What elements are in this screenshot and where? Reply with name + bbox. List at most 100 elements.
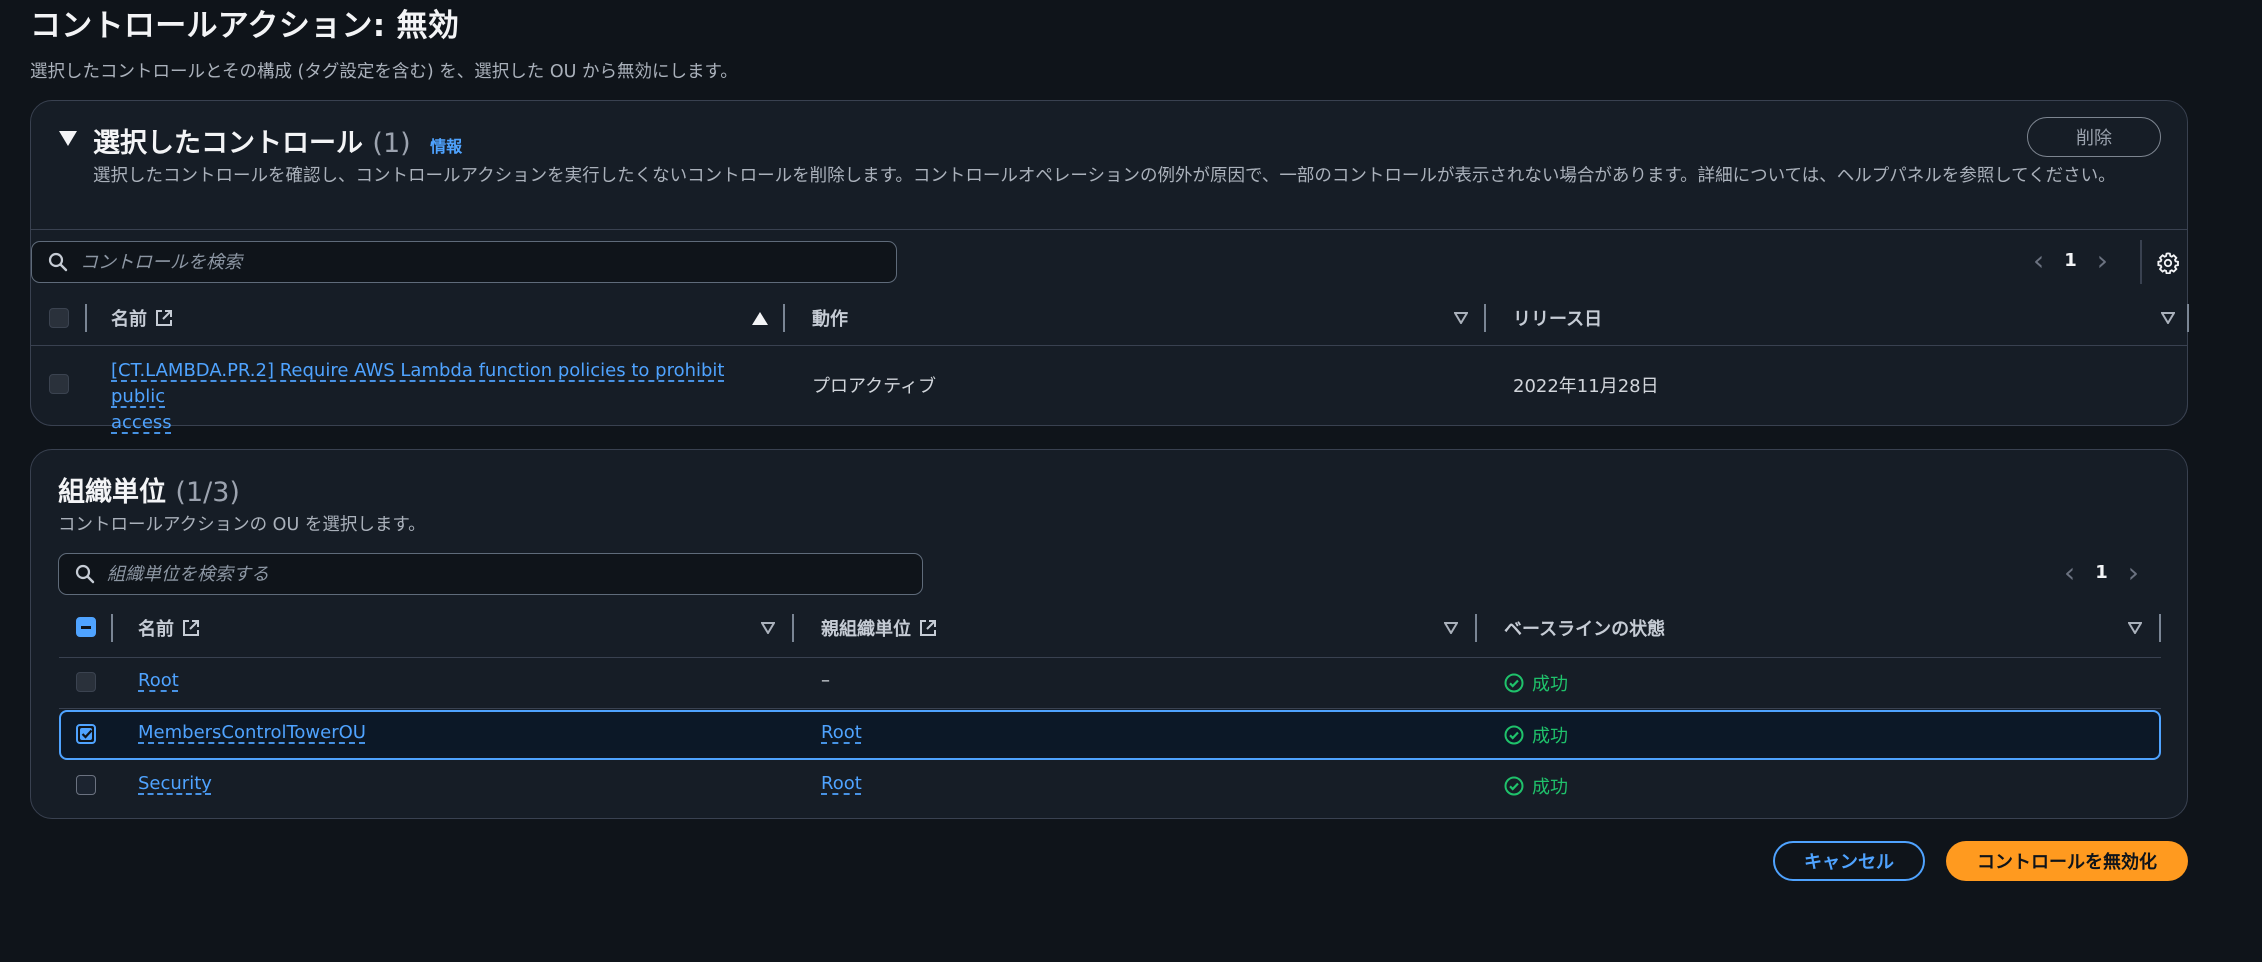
controls-search-input[interactable]: [78, 250, 896, 274]
column-divider: [1484, 304, 1486, 332]
controls-table: ‹ 1 › 名前 動作 リリース日 [CT.LAMB: [30, 229, 2189, 433]
baseline-status: 成功: [1504, 773, 1568, 799]
column-divider: [85, 304, 87, 332]
success-check-icon: [1504, 725, 1524, 745]
next-page-icon[interactable]: ›: [2128, 558, 2139, 586]
control-behavior: プロアクティブ: [812, 376, 937, 397]
ou-parent: Root: [821, 773, 862, 794]
ou-parent: –: [821, 670, 830, 691]
column-divider: [783, 304, 785, 332]
column-release-date-label: リリース日: [1513, 309, 1603, 330]
ou-column-parent-label: 親組織単位: [821, 619, 911, 640]
table-row-divider: [59, 708, 2161, 709]
page-header: コントロールアクション: 無効 選択したコントロールとその構成 (タグ設定を含む…: [30, 6, 738, 83]
search-icon: [48, 252, 68, 272]
ou-parent: Root: [821, 722, 862, 743]
column-header-parent-ou[interactable]: 親組織単位: [821, 615, 937, 641]
prev-page-icon[interactable]: ‹: [2033, 246, 2044, 274]
ou-description: コントロールアクションの OU を選択します。: [58, 515, 426, 535]
select-all-checkbox[interactable]: [76, 617, 96, 637]
controls-search[interactable]: [31, 241, 897, 283]
disable-controls-button[interactable]: コントロールを無効化: [1946, 841, 2188, 881]
delete-button[interactable]: 削除: [2027, 117, 2161, 157]
selected-controls-panel: 選択したコントロール (1) 情報 削除 選択したコントロールを確認し、コントロ…: [30, 100, 2189, 433]
row-checkbox[interactable]: [76, 775, 96, 795]
ou-heading: 組織単位 (1/3): [58, 470, 240, 509]
ou-name-link[interactable]: Root: [138, 670, 179, 691]
sort-ascending-icon[interactable]: [752, 312, 768, 325]
sort-icon[interactable]: [1454, 312, 1468, 324]
pager-divider: [2140, 240, 2142, 284]
table-row-divider: [59, 657, 2161, 658]
column-divider: [792, 614, 794, 642]
column-divider: [2187, 304, 2189, 332]
ou-name-link[interactable]: Security: [138, 773, 212, 794]
column-header-name[interactable]: 名前: [111, 305, 173, 331]
ou-title: 組織単位: [58, 477, 166, 508]
column-divider: [1475, 614, 1477, 642]
column-behavior-label: 動作: [812, 309, 848, 330]
ou-pagination: ‹ 1 ›: [2064, 558, 2139, 586]
table-row: Security: [138, 773, 212, 794]
baseline-status-label: 成功: [1532, 726, 1568, 747]
control-release-date: 2022年11月28日: [1513, 376, 1659, 397]
cancel-button[interactable]: キャンセル: [1773, 841, 1925, 881]
organizational-units-panel: 組織単位 (1/3) コントロールアクションの OU を選択します。 ‹ 1 ›…: [30, 449, 2188, 819]
selected-controls-title: 選択したコントロール: [93, 128, 363, 159]
controls-pagination: ‹ 1 ›: [2033, 246, 2108, 274]
selected-controls-description: 選択したコントロールを確認し、コントロールアクションを実行したくないコントロール…: [93, 166, 2116, 186]
column-divider: [2159, 614, 2161, 642]
ou-page-number[interactable]: 1: [2095, 562, 2108, 583]
sort-icon[interactable]: [1444, 622, 1458, 634]
page-title: コントロールアクション: 無効: [30, 8, 460, 44]
baseline-status: 成功: [1504, 722, 1568, 748]
control-name-line2[interactable]: access: [111, 412, 172, 433]
external-link-icon: [920, 620, 936, 636]
table-row: MembersControlTowerOU: [138, 722, 366, 743]
selected-controls-count: (1): [372, 128, 411, 159]
row-checkbox: [76, 672, 96, 692]
ou-count: (1/3): [175, 477, 240, 508]
gear-icon[interactable]: [2157, 252, 2179, 274]
external-link-icon: [156, 310, 172, 326]
column-header-release-date[interactable]: リリース日: [1513, 305, 1602, 331]
success-check-icon: [1504, 776, 1524, 796]
column-divider: [111, 614, 113, 642]
external-link-icon: [183, 620, 199, 636]
ou-search[interactable]: [58, 553, 923, 595]
sort-icon[interactable]: [2161, 312, 2175, 324]
column-header-baseline-status[interactable]: ベースラインの状態: [1504, 615, 1665, 641]
ou-search-input[interactable]: [105, 562, 922, 586]
control-name-link[interactable]: [CT.LAMBDA.PR.2] Require AWS Lambda func…: [111, 358, 761, 436]
baseline-status: 成功: [1504, 670, 1568, 696]
row-checkbox-checked[interactable]: [76, 724, 96, 744]
table-row: Root: [138, 670, 179, 691]
column-header-behavior[interactable]: 動作: [812, 305, 848, 331]
prev-page-icon[interactable]: ‹: [2064, 558, 2075, 586]
success-check-icon: [1504, 673, 1524, 693]
checkmark-icon: [81, 729, 93, 739]
column-name-label: 名前: [111, 309, 147, 330]
table-row-divider: [31, 345, 2187, 346]
row-checkbox: [49, 374, 69, 394]
sort-icon[interactable]: [2128, 622, 2142, 634]
ou-column-name-label: 名前: [138, 619, 174, 640]
selected-controls-heading: 選択したコントロール (1) 情報: [93, 121, 462, 160]
collapse-caret-icon[interactable]: [59, 131, 77, 146]
selected-row-highlight[interactable]: [59, 710, 2161, 760]
search-icon: [75, 564, 95, 584]
ou-name-link[interactable]: MembersControlTowerOU: [138, 722, 366, 743]
ou-column-status-label: ベースラインの状態: [1504, 619, 1666, 640]
select-all-checkbox: [49, 308, 69, 328]
column-header-ou-name[interactable]: 名前: [138, 615, 200, 641]
next-page-icon[interactable]: ›: [2097, 246, 2108, 274]
ou-parent-link[interactable]: Root: [821, 773, 862, 794]
controls-page-number[interactable]: 1: [2064, 250, 2077, 271]
ou-parent-link[interactable]: Root: [821, 722, 862, 743]
baseline-status-label: 成功: [1532, 777, 1568, 798]
sort-icon[interactable]: [761, 622, 775, 634]
page-description: 選択したコントロールとその構成 (タグ設定を含む) を、選択した OU から無効…: [30, 62, 738, 82]
info-link[interactable]: 情報: [430, 137, 462, 156]
control-name-line1[interactable]: [CT.LAMBDA.PR.2] Require AWS Lambda func…: [111, 360, 724, 407]
baseline-status-label: 成功: [1532, 674, 1568, 695]
